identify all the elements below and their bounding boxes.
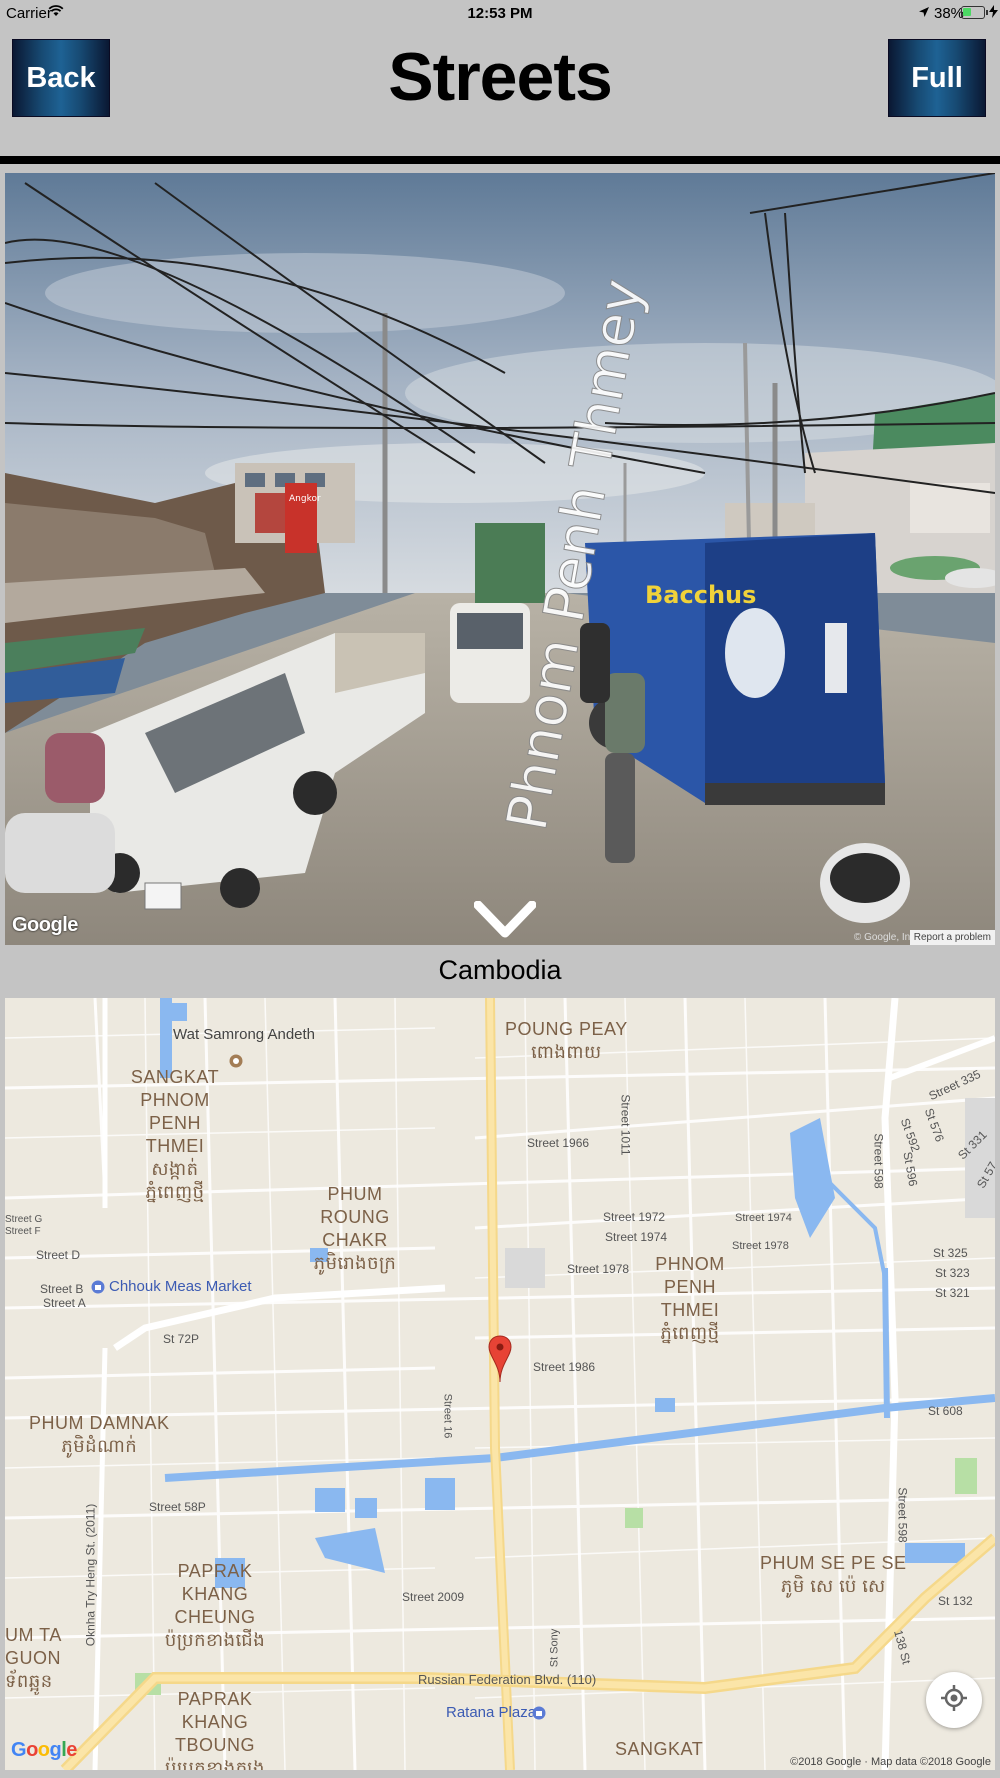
street-label: Street F [5, 1226, 41, 1237]
location-arrow-icon [918, 5, 930, 22]
street-label: Street 2009 [402, 1590, 465, 1604]
report-problem-link[interactable]: Report a problem [909, 930, 995, 945]
truck-sign-text: Bacchus [645, 581, 756, 609]
charging-bolt-icon [989, 5, 998, 21]
street-label: St 321 [935, 1286, 970, 1300]
area-label: POUNG PEAY ពោងពាយ [505, 1019, 628, 1062]
street-label: Street A [43, 1296, 86, 1310]
my-location-button[interactable] [926, 1672, 982, 1728]
map-pin-icon[interactable] [488, 1335, 512, 1388]
street-label: Street G [5, 1214, 43, 1225]
header-divider [0, 156, 1000, 164]
area-label: PHUM SE PE SE ភូមិ សេ ប៉េ សេ [760, 1553, 907, 1596]
full-button[interactable]: Full [888, 39, 986, 117]
location-caption: Cambodia [438, 955, 562, 985]
street-label: Street 1972 [603, 1210, 666, 1224]
area-label: PHNOM PENH THMEI ភ្នំពេញថ្មី [655, 1254, 725, 1343]
street-label: Street 1974 [735, 1212, 792, 1224]
street-label: Street 1966 [527, 1136, 590, 1150]
street-label: Street D [36, 1248, 81, 1262]
area-label: PAPRAK KHANG TBOUNG ប៉ប្រកខាងត្បូង [165, 1689, 265, 1770]
street-label: Street 1978 [567, 1262, 630, 1276]
map-copyright: ©2018 Google · Map data ©2018 Google [790, 1756, 991, 1768]
poi-ratana-plaza[interactable]: Ratana Plaza [446, 1704, 536, 1721]
street-label: Street 598 [895, 1487, 910, 1543]
area-label: PAPRAK KHANG CHEUNG ប៉ប្រកខាងជើង [164, 1561, 266, 1650]
street-label: Street 16 [441, 1393, 454, 1439]
shopping-icon [91, 1280, 105, 1294]
street-label: Street 598 [871, 1133, 886, 1189]
battery-percent: 38% [934, 5, 965, 22]
area-label: SANGKAT PHNOM PENH THMEI សង្កាត់ ភ្នំពេញថ… [130, 1067, 220, 1202]
street-label: Russian Federation Blvd. (110) [418, 1672, 597, 1687]
street-label: St 72P [163, 1332, 200, 1346]
temple-icon [229, 1054, 243, 1068]
street-label: Street 1974 [605, 1230, 668, 1244]
area-label: SANGKAT [615, 1739, 704, 1759]
shopping-icon [532, 1706, 546, 1720]
google-logo: Google [12, 914, 78, 936]
copyright-text: © Google, Inc. [853, 932, 918, 943]
navigation-bar: Back Streets Full [0, 28, 1000, 156]
street-label: Street 1986 [533, 1360, 596, 1374]
chevron-down-icon[interactable] [474, 901, 536, 941]
street-label: Street 58P [149, 1500, 206, 1514]
google-logo: Google [11, 1739, 77, 1761]
area-label: PHUM ROUNG CHAKR ភូមិរោងចក្រ [313, 1184, 397, 1273]
poi-chhouk-meas-market[interactable]: Chhouk Meas Market [109, 1278, 252, 1295]
status-bar: Carrier 12:53 PM 38% [0, 0, 1000, 28]
street-label: Street 1978 [732, 1240, 789, 1252]
street-view-panorama[interactable]: Bacchus Angkor Phnom Penh Thmey Google ©… [5, 173, 995, 945]
street-label: St 608 [928, 1404, 963, 1418]
poi-wat-samrong-andeth[interactable]: Wat Samrong Andeth [173, 1026, 315, 1043]
street-label: Street 1011 [618, 1094, 633, 1156]
crosshair-icon [940, 1684, 968, 1717]
area-label: PHUM DAMNAK ភូមិដំណាក់ [29, 1413, 170, 1456]
street-label: St 132 [938, 1594, 973, 1608]
angkor-sign-text: Angkor [289, 494, 321, 504]
street-label: St Sony [548, 1628, 561, 1668]
street-label: St 323 [935, 1266, 970, 1280]
clock: 12:53 PM [467, 5, 533, 22]
area-label: UM TA GUON ទ័ពឆ្អូន [5, 1625, 61, 1691]
street-label: Oknha Try Heng St. (2011) [83, 1503, 98, 1647]
battery-icon [961, 6, 985, 19]
street-label: St 325 [933, 1246, 968, 1260]
page-title: Streets [388, 39, 613, 115]
street-label: Street B [40, 1282, 84, 1296]
